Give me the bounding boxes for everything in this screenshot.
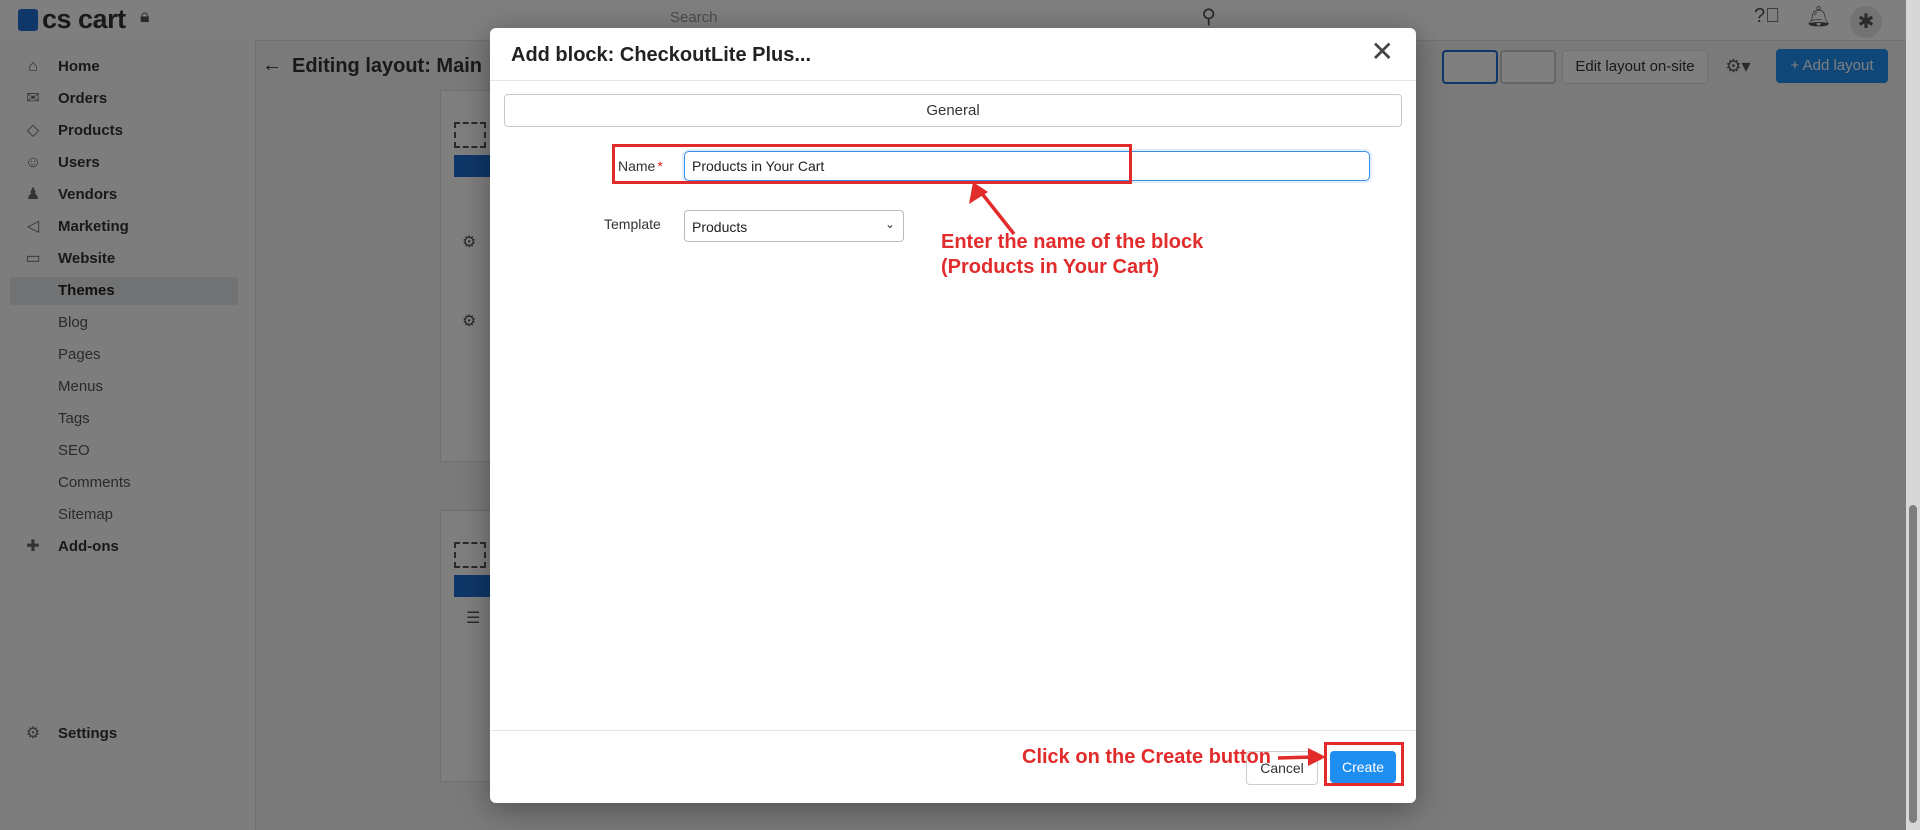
template-select[interactable]: Products ⌄ <box>684 210 904 242</box>
chevron-down-icon: ⌄ <box>884 217 895 231</box>
name-field-highlight <box>612 144 1132 184</box>
create-button-highlight <box>1324 742 1404 786</box>
close-icon[interactable]: ✕ <box>1371 38 1394 66</box>
create-hint-text: Click on the Create button <box>1022 746 1271 768</box>
dialog-title: Add block: CheckoutLite Plus... <box>511 44 812 66</box>
name-hint-text: Enter the name of the block (Products in… <box>941 231 1204 278</box>
dialog-header: Add block: CheckoutLite Plus... ✕ <box>490 28 1416 81</box>
page-scrollbar-thumb[interactable] <box>1909 505 1917 823</box>
template-label: Template <box>604 216 661 232</box>
template-selected-value: Products <box>692 219 748 235</box>
tab-general[interactable]: General <box>504 94 1402 127</box>
